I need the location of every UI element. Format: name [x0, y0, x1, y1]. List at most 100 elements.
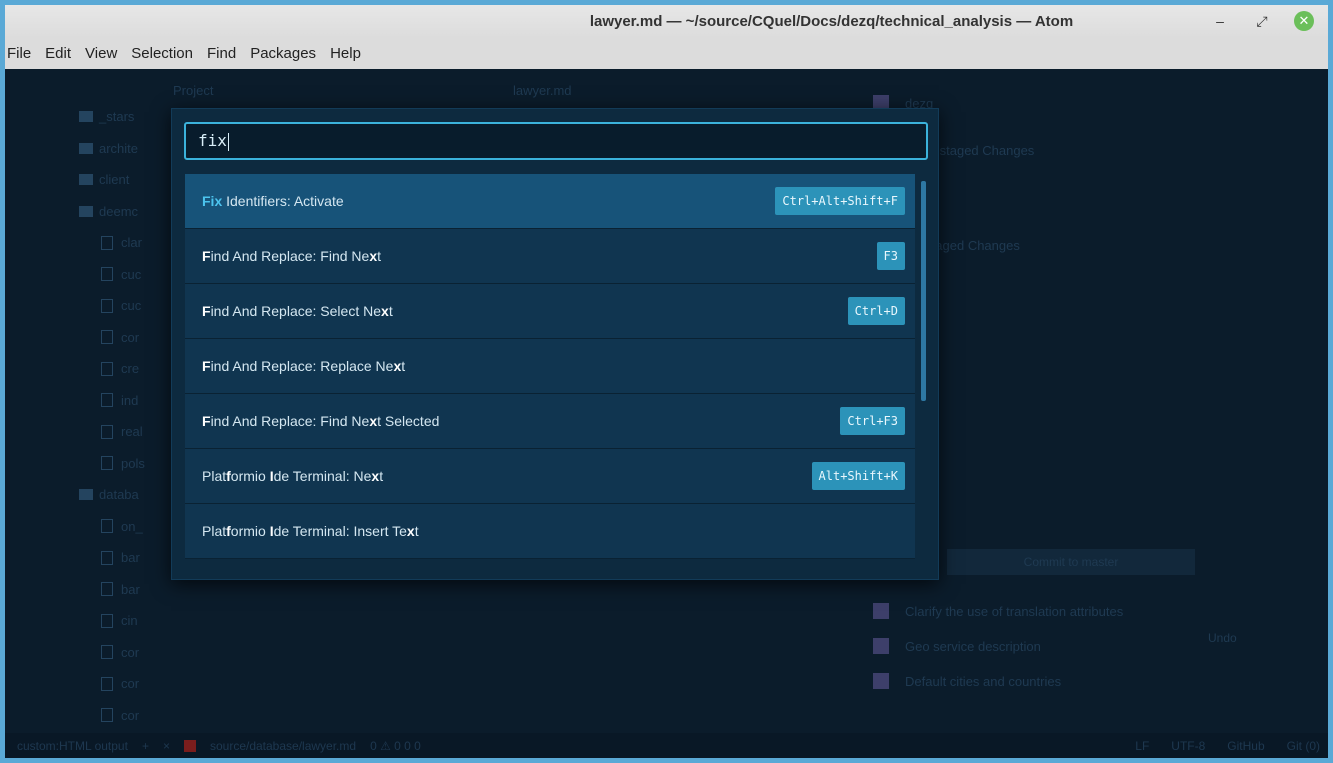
minimize-icon[interactable]: –	[1210, 11, 1230, 31]
command-result-item[interactable]: Find And Replace: Replace Next	[185, 339, 915, 394]
command-result-item[interactable]: Fix Identifiers: Activate Ctrl+Alt+Shift+…	[185, 174, 915, 229]
menu-bar: File Edit View Selection Find Packages H…	[5, 38, 1328, 69]
tree-file[interactable]: cor	[55, 668, 175, 700]
commit-message: Geo service description	[905, 638, 1041, 654]
command-result-item[interactable]: Find And Replace: Find Next Selected Ctrl…	[185, 394, 915, 449]
tree-file[interactable]: cre	[55, 353, 175, 385]
menu-help[interactable]: Help	[330, 45, 361, 62]
avatar	[873, 603, 889, 619]
line-ending[interactable]: LF	[1135, 739, 1149, 753]
menu-edit[interactable]: Edit	[45, 45, 71, 62]
menu-packages[interactable]: Packages	[250, 45, 316, 62]
commit-message: Clarify the use of translation attribute…	[905, 603, 1124, 619]
file-icon	[101, 393, 113, 408]
tree-item-label: cor	[121, 329, 140, 345]
tree-folder[interactable]: deemc	[55, 196, 175, 228]
results-scrollbar[interactable]	[921, 181, 926, 401]
github-tab[interactable]: GitHub	[1227, 739, 1264, 753]
tree-file[interactable]: ind	[55, 385, 175, 417]
file-icon	[101, 456, 113, 471]
commit-item[interactable]: Clarify the use of translation attribute…	[873, 603, 1123, 619]
file-path[interactable]: source/database/lawyer.md	[210, 739, 356, 753]
tree-item-label: real	[121, 424, 143, 440]
diagnostics-count[interactable]: 0 ⚠ 0 0 0	[370, 739, 421, 753]
tree-file[interactable]: cor	[55, 700, 175, 732]
tree-file[interactable]: real	[55, 416, 175, 448]
tree-file[interactable]: clar	[55, 227, 175, 259]
command-label-segment: t	[401, 358, 406, 374]
undo-button[interactable]: Undo	[1208, 631, 1237, 645]
tree-folder[interactable]: client	[55, 164, 175, 196]
commit-item[interactable]: Default cities and countries	[873, 673, 1061, 689]
command-label: Find And Replace: Find Next	[202, 248, 381, 264]
command-label-segment: ind And Replace: Replace Ne	[210, 358, 394, 374]
commit-button[interactable]: Commit to master	[947, 549, 1195, 575]
command-label-segment: ind And Replace: Find Ne	[210, 413, 370, 429]
menu-selection[interactable]: Selection	[131, 45, 193, 62]
command-result-item[interactable]: Find And Replace: Select Next Ctrl+D	[185, 284, 915, 339]
file-type-icon	[183, 739, 196, 752]
menu-find[interactable]: Find	[207, 45, 236, 62]
tree-folder[interactable]: _stars	[55, 101, 175, 133]
tree-file[interactable]: cin	[55, 605, 175, 637]
close-icon[interactable]: ×	[163, 739, 170, 753]
command-result-item[interactable]: Platformio Ide Terminal: Insert Text	[185, 504, 915, 559]
command-label-segment: ormio	[230, 468, 270, 484]
atom-window: lawyer.md — ~/source/CQuel/Docs/dezq/tec…	[5, 5, 1328, 758]
command-result-item[interactable]: Find And Replace: Find Next F3	[185, 229, 915, 284]
git-tab[interactable]: Git (0)	[1287, 739, 1320, 753]
project-panel-title: Project	[173, 83, 214, 98]
window-title: lawyer.md — ~/source/CQuel/Docs/dezq/tec…	[589, 13, 1074, 30]
file-icon	[101, 550, 113, 565]
tree-item-label: deemc	[99, 203, 139, 219]
file-icon	[101, 676, 113, 691]
menu-view[interactable]: View	[85, 45, 117, 62]
tree-file[interactable]: on_	[55, 511, 175, 543]
tree-file[interactable]: bar	[55, 542, 175, 574]
tree-item-label: cuc	[121, 266, 142, 282]
file-icon	[101, 267, 113, 282]
unstaged-changes-header: Unstaged Changes	[923, 143, 1035, 158]
editor-tab[interactable]: lawyer.md	[513, 83, 572, 98]
tree-folder[interactable]: archite	[55, 133, 175, 165]
tree-file[interactable]: cuc	[55, 290, 175, 322]
command-label: Find And Replace: Select Next	[202, 303, 393, 319]
command-results-list: Fix Identifiers: Activate Ctrl+Alt+Shift+…	[185, 174, 915, 559]
add-icon[interactable]: +	[142, 739, 149, 753]
command-label-segment: x	[369, 248, 378, 264]
tree-item-label: cor	[121, 644, 140, 660]
tree-file[interactable]: cuc	[55, 259, 175, 291]
command-label-segment: ind And Replace: Find Ne	[210, 248, 370, 264]
encoding[interactable]: UTF-8	[1171, 739, 1205, 753]
keybinding-badge: F3	[876, 242, 905, 270]
tree-item-label: cin	[121, 613, 138, 629]
tree-folder[interactable]: databa	[55, 479, 175, 511]
tree-file[interactable]: cor	[55, 637, 175, 669]
command-label-segment: x	[381, 303, 389, 319]
restore-icon[interactable]: ⤢	[1252, 11, 1272, 31]
tree-item-label: on_	[121, 518, 143, 534]
tree-file[interactable]: bar	[55, 574, 175, 606]
keybinding-badge: Alt+Shift+K	[811, 462, 905, 490]
tree-file[interactable]: cor	[55, 322, 175, 354]
folder-icon	[79, 205, 93, 217]
tree-item-label: cor	[121, 676, 140, 692]
command-label: Find And Replace: Replace Next	[202, 358, 405, 374]
tree-item-label: _stars	[99, 109, 135, 125]
grammar-status[interactable]: custom:HTML output	[17, 739, 128, 753]
command-search-input[interactable]: fix	[184, 122, 928, 160]
command-label-segment: t	[414, 523, 419, 539]
command-label-segment: Plat	[202, 468, 227, 484]
command-label-segment: F	[202, 358, 211, 374]
folder-icon	[79, 489, 93, 501]
menu-file[interactable]: File	[7, 45, 31, 62]
tree-item-label: cor	[121, 707, 140, 723]
command-palette: fix Fix Identifiers: Activate Ctrl+Alt+Sh…	[171, 108, 939, 580]
keybinding-badge: Ctrl+F3	[840, 407, 905, 435]
close-icon[interactable]: ✕	[1294, 11, 1314, 31]
window-controls: – ⤢ ✕	[1210, 11, 1314, 31]
commit-item[interactable]: Geo service description	[873, 638, 1041, 654]
command-result-item[interactable]: Platformio Ide Terminal: Next Alt+Shift+K	[185, 449, 915, 504]
tree-file[interactable]: pols	[55, 448, 175, 480]
command-label-segment: ind And Replace: Select Ne	[210, 303, 382, 319]
